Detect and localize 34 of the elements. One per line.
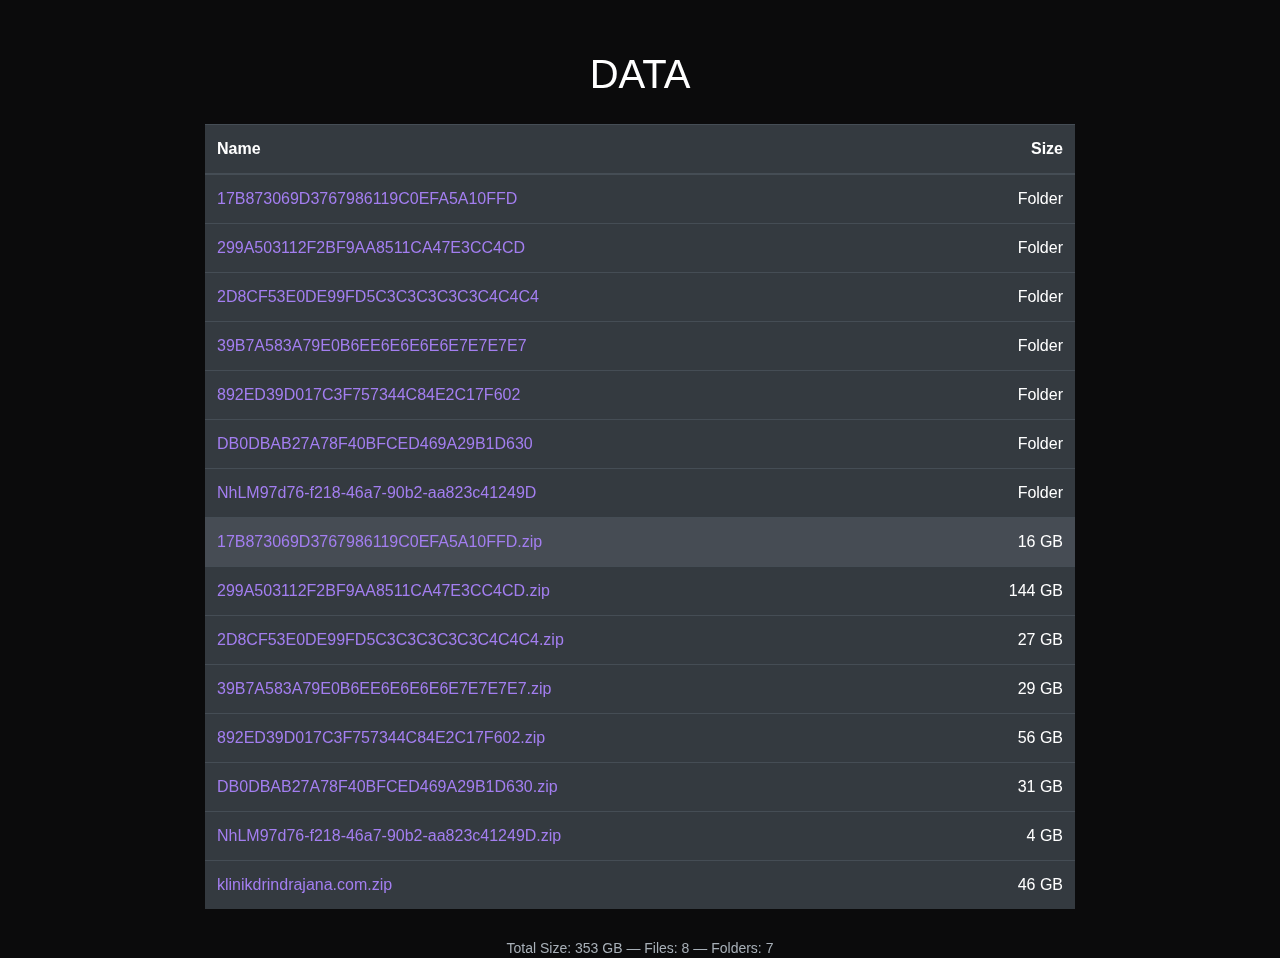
file-link[interactable]: NhLM97d76-f218-46a7-90b2-aa823c41249D.zip [217, 827, 562, 845]
size-text: 144 GB [1008, 582, 1063, 600]
file-link[interactable]: 17B873069D3767986119C0EFA5A10FFD [217, 190, 518, 208]
summary-text: Total Size: 353 GB — Files: 8 — Folders: 7 [506, 940, 774, 956]
page-title: DATA [589, 51, 691, 97]
size-text: Folder [1017, 190, 1063, 208]
file-link[interactable]: NhLM97d76-f218-46a7-90b2-aa823c41249D [217, 484, 537, 502]
size-text: Folder [1017, 288, 1063, 306]
size-text: 29 GB [1017, 680, 1063, 698]
size-text: Folder [1017, 337, 1063, 355]
file-link[interactable]: 299A503112F2BF9AA8511CA47E3CC4CD [217, 239, 526, 257]
file-link[interactable]: DB0DBAB27A78F40BFCED469A29B1D630.zip [217, 778, 558, 796]
size-text: 56 GB [1017, 729, 1063, 747]
size-text: 16 GB [1017, 533, 1063, 551]
size-text: 27 GB [1017, 631, 1063, 649]
file-link[interactable]: 39B7A583A79E0B6EE6E6E6E6E7E7E7E7 [217, 337, 527, 355]
table-row[interactable]: 17B873069D3767986119C0EFA5A10FFD.zip 16 GB [205, 517, 1075, 566]
size-text: 31 GB [1017, 778, 1063, 796]
file-link[interactable]: 892ED39D017C3F757344C84E2C17F602 [217, 386, 521, 404]
column-header: Size [1031, 140, 1063, 158]
file-link[interactable]: 299A503112F2BF9AA8511CA47E3CC4CD.zip [217, 582, 550, 600]
file-link[interactable]: klinikdrindrajana.com.zip [217, 876, 393, 894]
column-header: Name [217, 140, 261, 158]
size-text: Folder [1017, 435, 1063, 453]
size-text: Folder [1017, 386, 1063, 404]
file-link[interactable]: 892ED39D017C3F757344C84E2C17F602.zip [217, 729, 546, 747]
size-text: 4 GB [1026, 827, 1063, 845]
size-text: Folder [1017, 239, 1063, 257]
file-link[interactable]: 2D8CF53E0DE99FD5C3C3C3C3C3C4C4C4 [217, 288, 539, 306]
file-link[interactable]: 39B7A583A79E0B6EE6E6E6E6E7E7E7E7.zip [217, 680, 552, 698]
size-text: 46 GB [1017, 876, 1063, 894]
file-link[interactable]: DB0DBAB27A78F40BFCED469A29B1D630 [217, 435, 533, 453]
file-link[interactable]: 2D8CF53E0DE99FD5C3C3C3C3C3C4C4C4.zip [217, 631, 564, 649]
size-text: Folder [1017, 484, 1063, 502]
